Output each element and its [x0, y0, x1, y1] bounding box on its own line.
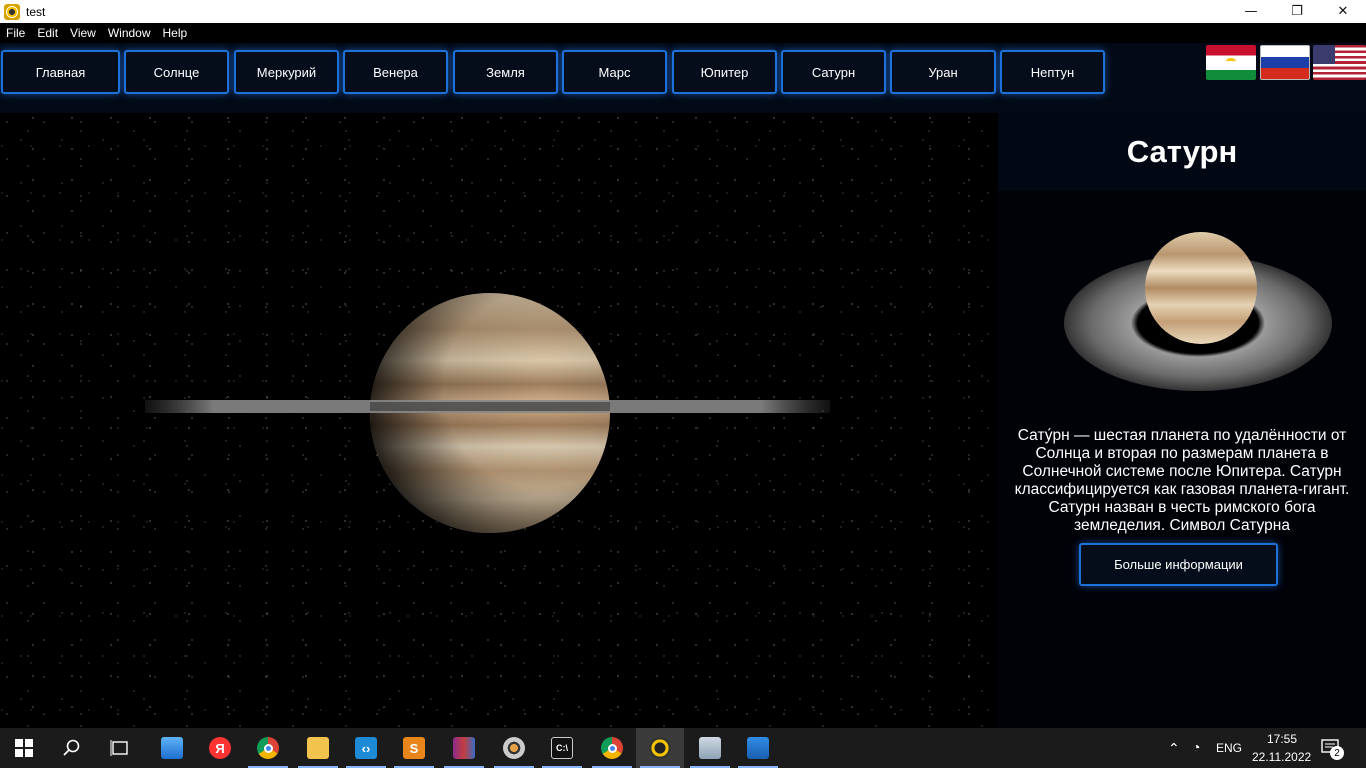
winrar-icon[interactable]	[440, 728, 488, 768]
yandex-icon[interactable]: Я	[196, 728, 244, 768]
disc-app-icon[interactable]	[490, 728, 538, 768]
nav-mars[interactable]: Марс	[562, 50, 667, 94]
task-view-icon[interactable]	[96, 728, 144, 768]
nav-mercury[interactable]: Меркурий	[234, 50, 339, 94]
menu-bar: File Edit View Window Help	[0, 23, 1366, 43]
nav-saturn[interactable]: Сатурн	[781, 50, 886, 94]
monitor-app-icon[interactable]	[686, 728, 734, 768]
saturn-thumbnail	[1064, 232, 1332, 391]
planet-title: Сатурн	[1126, 134, 1238, 169]
nav-uranus[interactable]: Уран	[890, 50, 996, 94]
nav-venus[interactable]: Венера	[343, 50, 448, 94]
menu-view[interactable]: View	[64, 26, 102, 40]
app-icon	[4, 3, 20, 20]
panel-header: Сатурн	[998, 113, 1366, 191]
menu-file[interactable]: File	[0, 26, 31, 40]
nav-sun[interactable]: Солнце	[124, 50, 229, 94]
chrome-profile-icon[interactable]	[588, 728, 636, 768]
maximize-button[interactable]: ❐	[1274, 0, 1320, 23]
search-icon[interactable]	[48, 728, 96, 768]
russia-flag-icon[interactable]	[1260, 45, 1310, 80]
notification-count: 2	[1330, 746, 1344, 760]
wifi-icon[interactable]: ◔	[1192, 739, 1200, 755]
window-controls: — ❐ ✕	[1228, 0, 1366, 23]
nav-home[interactable]: Главная	[1, 50, 120, 94]
usa-flag-icon[interactable]	[1313, 45, 1366, 80]
menu-help[interactable]: Help	[157, 26, 194, 40]
space-view[interactable]	[0, 113, 998, 728]
planet-description: Сату́рн — шестая планета по удалённости …	[1014, 427, 1350, 534]
nav-earth[interactable]: Земля	[453, 50, 558, 94]
saturn-3d-view[interactable]	[0, 113, 998, 728]
planet-app-icon[interactable]	[636, 728, 684, 768]
menu-window[interactable]: Window	[102, 26, 157, 40]
desktop-app-icon[interactable]	[148, 728, 196, 768]
notification-icon[interactable]: 2	[1320, 738, 1344, 760]
minimize-button[interactable]: —	[1228, 0, 1274, 23]
sublime-icon[interactable]: S	[390, 728, 438, 768]
windows-start-icon[interactable]	[0, 728, 48, 768]
tajikistan-flag-icon[interactable]	[1206, 45, 1256, 80]
nav-jupiter[interactable]: Юпитер	[672, 50, 777, 94]
terminal-icon[interactable]: C:\	[538, 728, 586, 768]
language-indicator[interactable]: ENG	[1216, 741, 1242, 755]
more-info-button[interactable]: Больше информации	[1079, 543, 1278, 586]
nav-neptune[interactable]: Нептун	[1000, 50, 1105, 94]
taskbar: Я ‹› S C:\ ⌃ ◔ ENG 17:55 22.11.2022 2	[0, 728, 1366, 768]
file-explorer-icon[interactable]	[294, 728, 342, 768]
chrome-icon[interactable]	[244, 728, 292, 768]
info-panel: Сатурн Сату́рн — шестая планета по удалё…	[998, 113, 1366, 728]
photos-icon[interactable]	[734, 728, 782, 768]
close-button[interactable]: ✕	[1320, 0, 1366, 23]
window-title-bar: test — ❐ ✕	[0, 0, 1366, 23]
vscode-icon[interactable]: ‹›	[342, 728, 390, 768]
planet-nav: Главная Солнце Меркурий Венера Земля Мар…	[0, 43, 1366, 113]
window-title: test	[26, 4, 46, 19]
menu-edit[interactable]: Edit	[31, 26, 64, 40]
clock-date[interactable]: 22.11.2022	[1252, 750, 1311, 764]
tray-expand-icon[interactable]: ⌃	[1168, 740, 1180, 757]
clock-time[interactable]: 17:55	[1267, 732, 1297, 746]
